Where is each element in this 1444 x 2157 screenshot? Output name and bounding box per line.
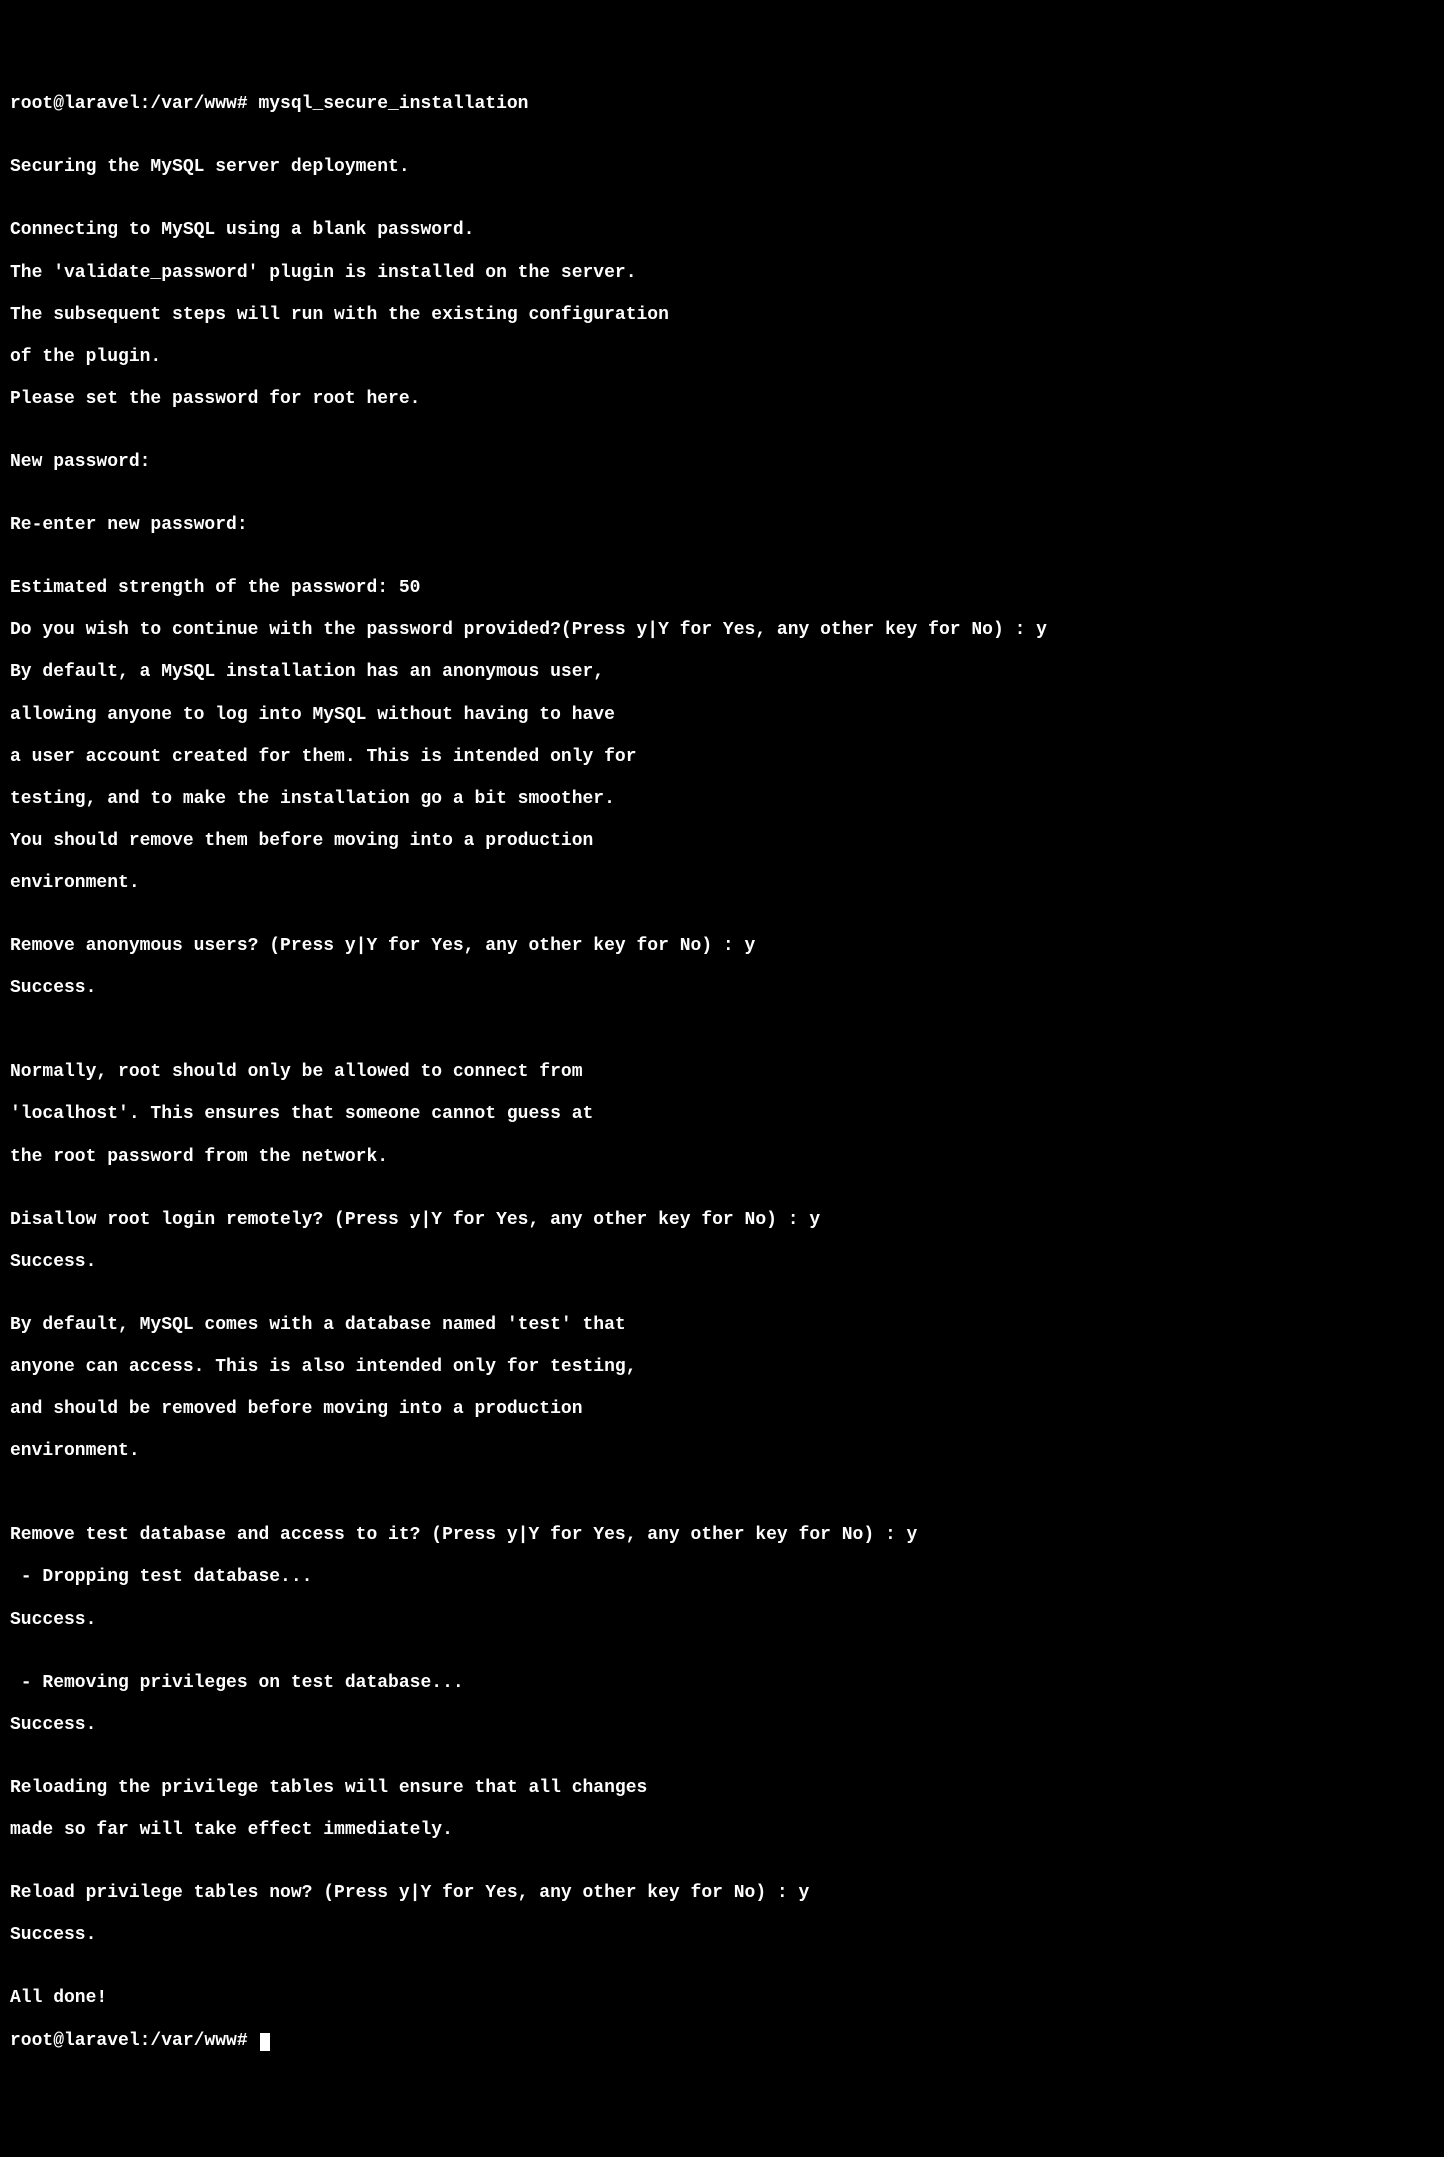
terminal-line: Please set the password for root here. — [10, 389, 1434, 410]
terminal-line: anyone can access. This is also intended… — [10, 1357, 1434, 1378]
terminal-line: Re-enter new password: — [10, 515, 1434, 536]
terminal-line: Reloading the privilege tables will ensu… — [10, 1778, 1434, 1799]
terminal-line: environment. — [10, 873, 1434, 894]
terminal-line: Success. — [10, 1715, 1434, 1736]
terminal-prompt: root@laravel:/var/www# — [10, 2031, 258, 2051]
terminal-line: Connecting to MySQL using a blank passwo… — [10, 220, 1434, 241]
terminal-line: Success. — [10, 978, 1434, 999]
terminal-line: Securing the MySQL server deployment. — [10, 157, 1434, 178]
terminal-line: Reload privilege tables now? (Press y|Y … — [10, 1883, 1434, 1904]
terminal-line: Success. — [10, 1610, 1434, 1631]
terminal-line: All done! — [10, 1988, 1434, 2009]
terminal-line: environment. — [10, 1441, 1434, 1462]
terminal-line: Do you wish to continue with the passwor… — [10, 620, 1434, 641]
terminal-line: 'localhost'. This ensures that someone c… — [10, 1104, 1434, 1125]
terminal-line: Estimated strength of the password: 50 — [10, 578, 1434, 599]
terminal-line: Success. — [10, 1925, 1434, 1946]
terminal-line: a user account created for them. This is… — [10, 747, 1434, 768]
terminal-window[interactable]: root@laravel:/var/www# mysql_secure_inst… — [10, 94, 1434, 2051]
terminal-line: testing, and to make the installation go… — [10, 789, 1434, 810]
terminal-prompt-line[interactable]: root@laravel:/var/www# — [10, 2031, 1434, 2052]
terminal-line: The 'validate_password' plugin is instal… — [10, 263, 1434, 284]
terminal-line: - Removing privileges on test database..… — [10, 1673, 1434, 1694]
terminal-line: By default, a MySQL installation has an … — [10, 662, 1434, 683]
terminal-line: Normally, root should only be allowed to… — [10, 1062, 1434, 1083]
terminal-line: New password: — [10, 452, 1434, 473]
terminal-line: the root password from the network. — [10, 1147, 1434, 1168]
terminal-line: The subsequent steps will run with the e… — [10, 305, 1434, 326]
terminal-line: Remove test database and access to it? (… — [10, 1525, 1434, 1546]
terminal-line: of the plugin. — [10, 347, 1434, 368]
terminal-line: You should remove them before moving int… — [10, 831, 1434, 852]
terminal-line: By default, MySQL comes with a database … — [10, 1315, 1434, 1336]
terminal-line: and should be removed before moving into… — [10, 1399, 1434, 1420]
terminal-line: allowing anyone to log into MySQL withou… — [10, 705, 1434, 726]
terminal-line: Success. — [10, 1252, 1434, 1273]
cursor-icon — [260, 2033, 270, 2051]
terminal-line: Disallow root login remotely? (Press y|Y… — [10, 1210, 1434, 1231]
terminal-line: made so far will take effect immediately… — [10, 1820, 1434, 1841]
terminal-line: root@laravel:/var/www# mysql_secure_inst… — [10, 94, 1434, 115]
terminal-line: - Dropping test database... — [10, 1567, 1434, 1588]
terminal-line: Remove anonymous users? (Press y|Y for Y… — [10, 936, 1434, 957]
